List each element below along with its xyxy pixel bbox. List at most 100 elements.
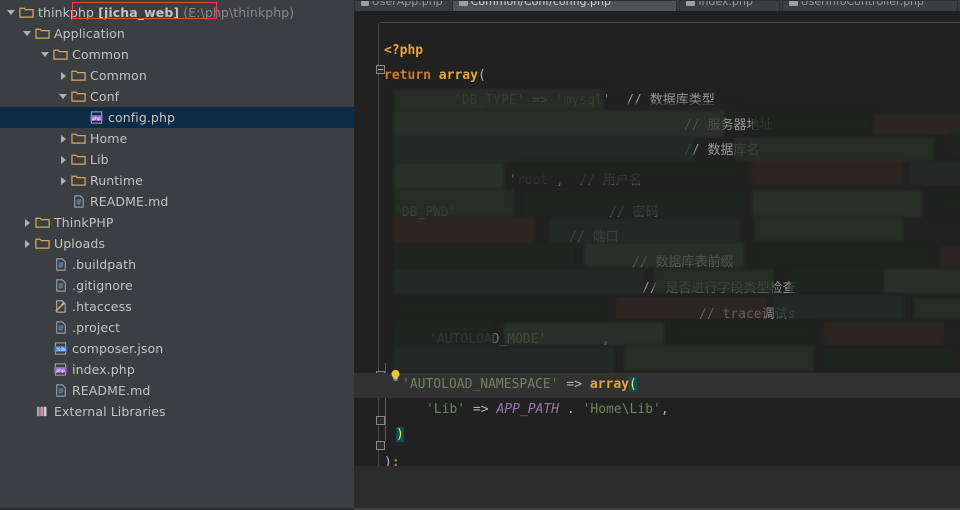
chevron-right-icon[interactable] [56,128,70,149]
chevron-right-icon[interactable] [56,65,70,86]
folder-icon [70,170,87,191]
editor-tab-label: index.php [698,0,753,8]
tree-item-label: Conf [90,89,120,104]
tree-item-label: ThinkPHP [54,215,114,230]
editor-panel: UserApp.php Common/Conf/config.php index.p… [354,0,960,510]
tree-item-label: thinkphp [jicha_web] (E:\php\thinkphp) [38,5,295,20]
tree-item-label: README.md [72,383,151,398]
lightbulb-icon[interactable] [390,369,401,382]
editor-tab-label: Common/Conf/config.php [470,0,611,8]
tree-item-label: config.php [108,110,176,125]
code-line-13-autoload-namespace: 'AUTOLOAD_NAMESPACE' => array( [354,373,960,398]
folder-icon [70,86,87,107]
tree-item-.gitignore[interactable]: .gitignore [0,275,354,296]
svg-text:php: php [92,116,101,122]
tree-item-label: Uploads [54,236,106,251]
svg-text:JSON: JSON [55,347,66,353]
tree-item-composer.json[interactable]: JSON composer.json [0,338,354,359]
project-tree[interactable]: thinkphp [jicha_web] (E:\php\thinkphp) Ap… [0,0,354,422]
tree-item-lib[interactable]: Lib [0,149,354,170]
tree-item-thinkphp[interactable]: ThinkPHP [0,212,354,233]
chevron-right-icon[interactable] [20,212,34,233]
tree-item-label: Home [90,131,128,146]
chevron-right-icon[interactable] [20,233,34,254]
tree-item-external-libraries[interactable]: External Libraries [0,401,354,422]
code-line-2: return array( [384,68,486,83]
code-area[interactable]: <?php return array( 'DB_TYPE' => 'mysql'… [354,11,960,510]
chevron-down-icon[interactable] [20,23,34,44]
code-line-6-db-user: 'root', // 用户名 [509,173,642,188]
code-line-7-db-pwd-comment: // 密码 [609,205,659,220]
tree-item-uploads[interactable]: Uploads [0,233,354,254]
libraries-icon [34,401,51,422]
xml-file-icon [52,254,69,275]
chevron-down-icon[interactable] [56,86,70,107]
tree-item-label: .gitignore [72,278,133,293]
file-icon [458,1,468,6]
code-line-12-comma: , [602,332,610,347]
tree-item-conf[interactable]: Conf [0,86,354,107]
text-file-icon [52,275,69,296]
tree-item-thinkphp-[interactable]: thinkphp [jicha_web] (E:\php\thinkphp) [0,2,354,23]
json-file-icon: JSON [52,338,69,359]
chevron-right-icon[interactable] [56,149,70,170]
folder-icon [70,149,87,170]
tree-item-label: .buildpath [72,257,137,272]
project-tree-panel[interactable]: thinkphp [jicha_web] (E:\php\thinkphp) Ap… [0,0,354,510]
tree-item-runtime[interactable]: Runtime [0,170,354,191]
editor-tab-label: UserApp.php [371,0,443,8]
code-line-9-db-prefix: // 数据库表前缀 [632,255,734,270]
svg-text:php: php [56,368,65,374]
tree-item-.project[interactable]: .project [0,317,354,338]
htaccess-file-icon [52,296,69,317]
tree-item-label: Runtime [90,173,143,188]
code-lines: <?php return array( 'DB_TYPE' => 'mysql'… [354,11,960,510]
tree-item-label: README.md [90,194,169,209]
tree-item-config.php[interactable]: php config.php [0,107,354,128]
tree-item-home[interactable]: Home [0,128,354,149]
code-line-15-close-array: ) [396,427,404,442]
editor-tab-userapp.php[interactable]: UserApp.php [354,0,450,11]
editor-tab-index.php[interactable]: index.php [679,0,780,11]
tree-item-label: .htaccess [72,299,132,314]
tree-item-label: Lib [90,152,109,167]
tree-item-common[interactable]: Common [0,44,354,65]
chevron-down-icon[interactable] [4,2,18,23]
tree-item-.buildpath[interactable]: .buildpath [0,254,354,275]
editor-tab-bar[interactable]: UserApp.php Common/Conf/config.php index.p… [354,0,960,11]
editor-bottom-band [354,466,960,508]
tree-item-application[interactable]: Application [0,23,354,44]
tree-item-label: Application [54,26,125,41]
code-line-5-db-name: // 数据库名 [684,143,760,158]
chevron-down-icon[interactable] [38,44,52,65]
file-icon [788,1,798,6]
folder-icon [18,2,35,23]
tree-item-label: composer.json [72,341,164,356]
tree-item-common[interactable]: Common [0,65,354,86]
code-line-8-db-port: // 端口 [569,230,619,245]
tree-item-.htaccess[interactable]: .htaccess [0,296,354,317]
editor-tab-userinfocontroller.php[interactable]: UserInfoController.php [781,0,958,11]
editor-tab-common-conf-config.php[interactable]: Common/Conf/config.php [451,0,678,11]
xml-file-icon [52,317,69,338]
code-line-14-lib: 'Lib' => APP_PATH . 'Home\Lib', [426,402,669,417]
tree-item-readme.md[interactable]: README.md [0,380,354,401]
tree-item-label: Common [72,47,129,62]
tree-item-label: Common [90,68,147,83]
folder-icon [34,212,51,233]
tree-item-readme.md[interactable]: README.md [0,191,354,212]
chevron-right-icon[interactable] [56,170,70,191]
tree-item-index.php[interactable]: php index.php [0,359,354,380]
php-file-icon: php [88,107,105,128]
code-line-4-db-host: // 服务器地址 [684,118,773,133]
folder-icon [34,23,51,44]
text-file-icon [52,380,69,401]
